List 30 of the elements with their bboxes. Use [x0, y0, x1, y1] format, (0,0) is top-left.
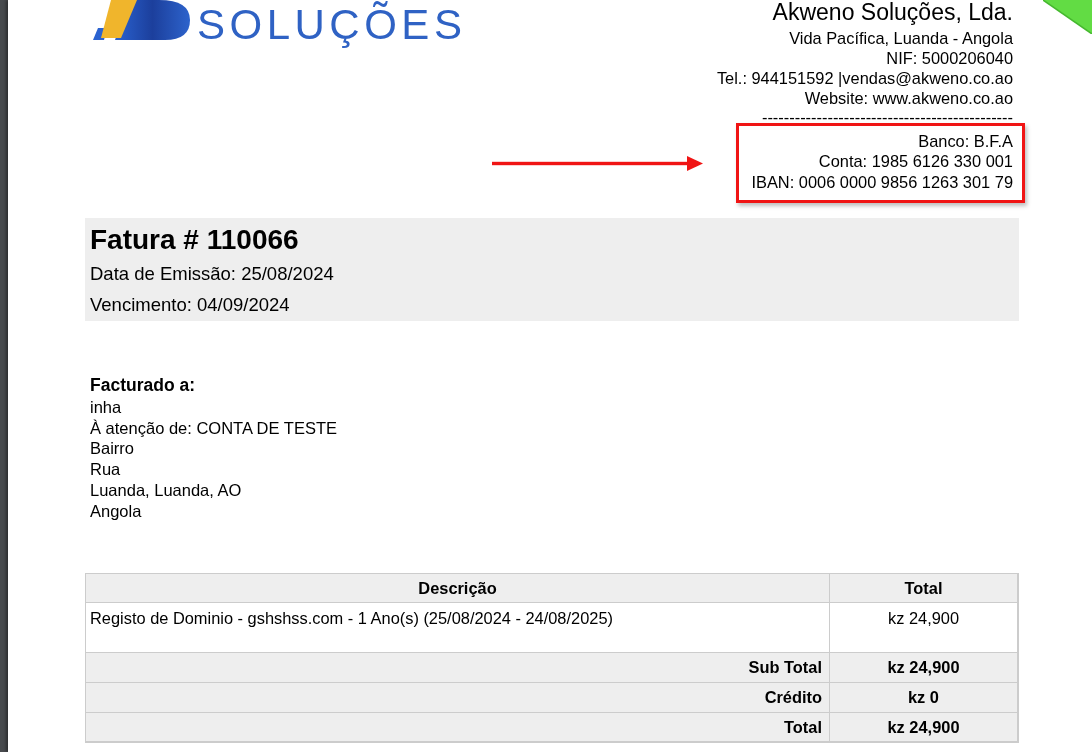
separator-dashes: ---------------------------------------------- [761, 108, 1013, 124]
summary-value: kz 24,900 [830, 652, 1017, 682]
company-detail: Tel.: 944151592 |vendas@akweno.co.ao [716, 68, 1013, 89]
issue-date: Data de Emissão: 25/08/2024 [90, 261, 334, 286]
summary-value: kz 0 [830, 682, 1017, 712]
billed-to-line: À atenção de: CONTA DE TESTE [90, 417, 337, 439]
company-detail: Vida Pacífica, Luanda - Angola [789, 27, 1013, 48]
billed-to-line: Angola [90, 500, 142, 522]
bank-detail: IBAN: 0006 0000 9856 1263 301 79 [751, 171, 1013, 192]
summary-label: Sub Total [86, 652, 830, 682]
billed-to-line: Luanda, Luanda, AO [90, 479, 242, 501]
billed-to-line: inha [90, 397, 122, 418]
invoice-title: Fatura # 110066 [90, 222, 299, 257]
due-date: Vencimento: 04/09/2024 [90, 293, 290, 318]
logo-icon [93, 0, 190, 40]
billed-to-heading: Facturado a: [90, 374, 196, 396]
company-detail: Website: www.akweno.co.ao [804, 88, 1013, 109]
bank-detail: Banco: B.F.A [918, 131, 1013, 152]
summary-value: kz 24,900 [830, 712, 1017, 741]
summary-label: Total [86, 712, 830, 741]
column-header: Total [830, 573, 1017, 602]
bank-detail: Conta: 1985 6126 330 001 [818, 151, 1013, 172]
corner-ribbon [1043, 0, 1092, 34]
logo-text: SOLUÇÕES [197, 0, 467, 50]
summary-label: Crédito [86, 682, 830, 712]
column-header: Descrição [86, 573, 830, 602]
billed-to-line: Bairro [90, 438, 134, 460]
billed-to-line: Rua [90, 459, 121, 480]
company-name: Akweno Soluções, Lda. [772, 0, 1013, 24]
company-detail: NIF: 5000206040 [886, 47, 1013, 69]
